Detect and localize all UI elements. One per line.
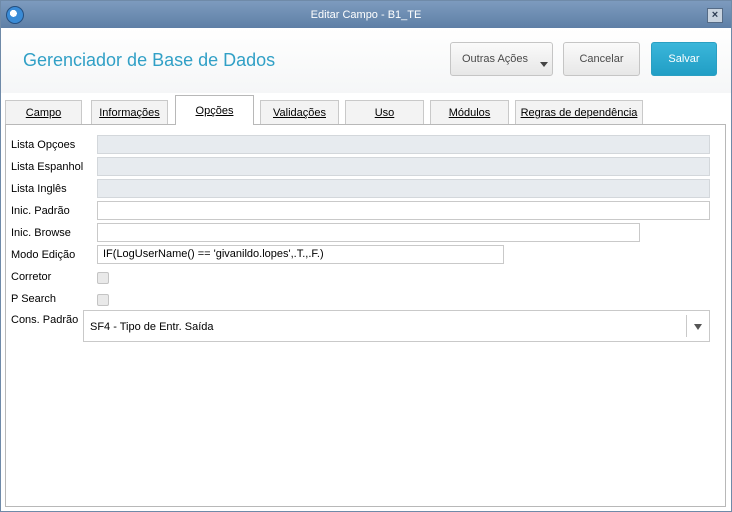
cons-padrao-select[interactable]: SF4 - Tipo de Entr. Saída [83,310,710,342]
chevron-down-icon[interactable] [694,324,702,330]
options-panel: Lista Opçoes Lista Espanhol Lista Inglês… [5,124,726,507]
tab-uso[interactable]: Uso [345,100,424,124]
tab-label: Validações [273,107,326,119]
tab-label: Regras de dependência [520,107,638,119]
tab-informacoes[interactable]: Informações [91,100,168,124]
tab-label: Informações [99,107,160,119]
close-button[interactable]: × [707,8,723,23]
lista-espanhol-label: Lista Espanhol [11,161,84,173]
dialog-window: Editar Campo - B1_TE × Gerenciador de Ba… [0,0,732,512]
corretor-label: Corretor [11,271,52,283]
tab-label: Módulos [448,107,491,119]
lista-ingles-field[interactable] [97,179,710,198]
inic-padrao-label: Inic. Padrão [11,205,70,217]
modo-edicao-label: Modo Edição [11,249,76,261]
window-title: Editar Campo - B1_TE [310,9,422,21]
select-divider [686,315,687,337]
lista-ingles-label: Lista Inglês [11,183,67,195]
lista-espanhol-field[interactable] [97,157,710,176]
lista-opcoes-field[interactable] [97,135,710,154]
inic-browse-field[interactable] [97,223,640,242]
save-button[interactable]: Salvar [651,42,717,76]
title-bar: Editar Campo - B1_TE × [1,1,731,28]
p-search-label: P Search [11,293,57,305]
lista-opcoes-label: Lista Opçoes [11,139,76,151]
header: Gerenciador de Base de Dados Outras Açõe… [1,28,731,93]
more-actions-button[interactable]: Outras Ações [450,42,553,76]
tab-label: Opções [195,105,234,117]
corretor-checkbox[interactable] [97,272,109,284]
tab-validacoes[interactable]: Validações [260,100,339,124]
cons-padrao-value: SF4 - Tipo de Entr. Saída [90,321,214,333]
page-title: Gerenciador de Base de Dados [23,50,276,70]
tab-campo[interactable]: Campo [5,100,82,124]
tab-label: Uso [374,107,395,119]
tab-regras-de-dependencia[interactable]: Regras de dependência [515,100,643,124]
inic-padrao-field[interactable] [97,201,710,220]
tab-modulos[interactable]: Módulos [430,100,509,124]
caret-down-icon [540,62,548,67]
cons-padrao-label: Cons. Padrão [11,314,79,326]
cancel-button[interactable]: Cancelar [563,42,640,76]
tab-label: Campo [25,107,62,119]
inic-browse-label: Inic. Browse [11,227,71,239]
tab-bar: Campo Informações Opções Validações Uso … [1,93,731,125]
modo-edicao-field[interactable]: IF(LogUserName() == 'givanildo.lopes',.T… [97,245,504,264]
p-search-checkbox[interactable] [97,294,109,306]
more-actions-label: Outras Ações [462,53,529,65]
tab-opcoes[interactable]: Opções [175,95,254,125]
